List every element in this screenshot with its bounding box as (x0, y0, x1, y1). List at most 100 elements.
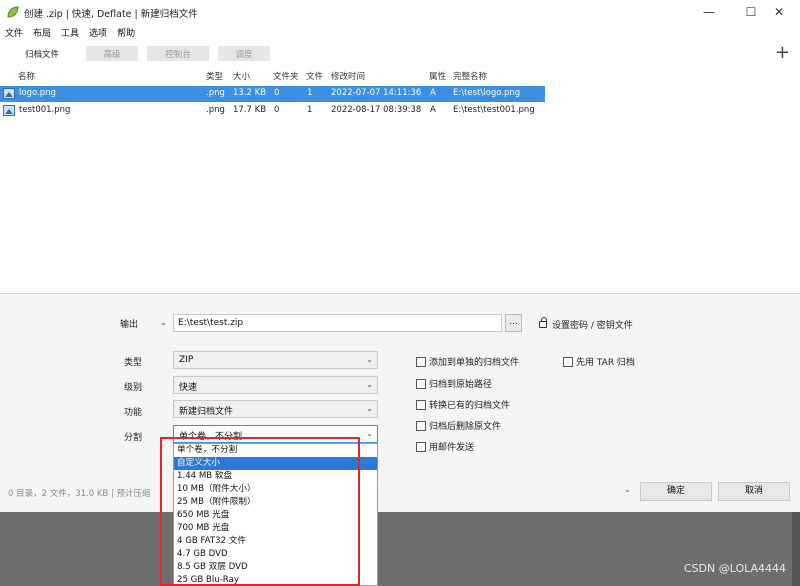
file-files: 1 (307, 105, 313, 115)
chevron-down-icon: ⌄ (366, 404, 373, 413)
plus-icon[interactable]: + (775, 44, 790, 62)
menu-options[interactable]: 选项 (84, 24, 112, 40)
checkbox-box[interactable] (416, 378, 426, 389)
dropdown-option[interactable]: 25 MB（附件限制） (174, 496, 377, 509)
chevron-down-icon[interactable]: ⌄ (160, 318, 167, 327)
file-fullname: E:\test\test001.png (453, 105, 535, 115)
output-label: 输出 (120, 320, 139, 330)
split-label: 分割 (124, 433, 143, 443)
split-select-value: 单个卷，不分割 (179, 432, 243, 442)
file-folders: 0 (274, 105, 280, 115)
lock-icon[interactable] (539, 317, 547, 328)
scrollbar[interactable] (792, 512, 800, 586)
menu-file[interactable]: 文件 (0, 24, 28, 40)
chevron-down-icon[interactable]: ⌄ (624, 485, 631, 494)
dropdown-option[interactable]: 自定义大小 (174, 457, 377, 470)
close-button[interactable]: ✕ (758, 0, 800, 24)
checkbox-box[interactable] (416, 420, 426, 431)
checkbox-add-separate[interactable]: 添加到单独的归档文件 (416, 355, 519, 368)
file-modified: 2022-07-07 14:11:36 (331, 88, 422, 98)
function-select-value: 新建归档文件 (179, 407, 234, 417)
minimize-button[interactable]: — (688, 0, 730, 24)
checkbox-box[interactable] (416, 356, 426, 367)
dropdown-option[interactable]: 8.5 GB 双层 DVD (174, 561, 377, 574)
function-label: 功能 (124, 408, 143, 418)
dropdown-option[interactable]: 25 GB Blu-Ray (174, 574, 377, 585)
file-size: 13.2 KB (233, 88, 267, 98)
type-label: 类型 (124, 358, 143, 368)
dropdown-option[interactable]: 10 MB（附件大小） (174, 483, 377, 496)
file-type: .png (206, 105, 225, 115)
checkbox-label: 先用 TAR 归档 (576, 358, 635, 368)
dropdown-option[interactable]: 1.44 MB 软盘 (174, 470, 377, 483)
type-select[interactable]: ZIP ⌄ (173, 351, 378, 369)
set-password-link[interactable]: 设置密码 / 密钥文件 (552, 318, 633, 331)
window-title: 创建 .zip | 快速, Deflate | 新建归档文件 (24, 9, 198, 20)
file-modified: 2022-08-17 08:39:38 (331, 105, 422, 115)
checkbox-tar-first[interactable]: 先用 TAR 归档 (563, 355, 635, 368)
level-select-value: 快速 (179, 383, 198, 393)
file-name: test001.png (19, 105, 71, 115)
col-files[interactable]: 文件 (306, 70, 323, 82)
image-file-icon (3, 88, 15, 99)
tab-advanced[interactable]: 高级 (86, 46, 138, 61)
col-type[interactable]: 类型 (206, 70, 223, 82)
col-folders[interactable]: 文件夹 (273, 70, 299, 82)
col-fullname[interactable]: 完整名称 (453, 70, 487, 82)
menu-bar: 文件 布局 工具 选项 帮助 (0, 24, 800, 40)
level-select[interactable]: 快速 ⌄ (173, 376, 378, 394)
col-attr[interactable]: 属性 (429, 70, 446, 82)
checkbox-box[interactable] (563, 356, 573, 367)
table-row[interactable]: logo.png .png 13.2 KB 0 1 2022-07-07 14:… (0, 86, 545, 102)
browse-button[interactable]: ... (505, 314, 522, 332)
table-row[interactable]: test001.png .png 17.7 KB 0 1 2022-08-17 … (0, 103, 545, 119)
type-select-value: ZIP (179, 355, 194, 365)
checkbox-label: 归档到原始路径 (429, 380, 493, 390)
tab-archive[interactable]: 归档文件 (18, 46, 66, 61)
menu-help[interactable]: 帮助 (112, 24, 140, 40)
image-file-icon (3, 105, 15, 116)
file-attr: A (430, 88, 436, 98)
checkbox-box[interactable] (416, 399, 426, 410)
menu-tools[interactable]: 工具 (56, 24, 84, 40)
col-name[interactable]: 名称 (18, 70, 35, 82)
ok-button[interactable]: 确定 (640, 482, 712, 501)
file-folders: 0 (274, 88, 280, 98)
file-list-header: 名称 类型 大小 文件夹 文件 修改时间 属性 完整名称 (0, 69, 545, 83)
output-path-field[interactable]: E:\test\test.zip (173, 314, 502, 332)
file-files: 1 (307, 88, 313, 98)
col-modified[interactable]: 修改时间 (331, 70, 365, 82)
file-size: 17.7 KB (233, 105, 267, 115)
dropdown-option[interactable]: 650 MB 光盘 (174, 509, 377, 522)
checkbox-archive-original-path[interactable]: 归档到原始路径 (416, 377, 492, 390)
watermark-text: CSDN @LOLA4444 (683, 562, 786, 575)
function-select[interactable]: 新建归档文件 ⌄ (173, 400, 378, 418)
file-type: .png (206, 88, 225, 98)
checkbox-label: 转换已有的归档文件 (429, 401, 511, 411)
checkbox-delete-after[interactable]: 归档后删除原文件 (416, 419, 501, 432)
col-size[interactable]: 大小 (233, 70, 250, 82)
chevron-down-icon: ⌄ (366, 355, 373, 364)
leaf-app-icon (7, 6, 19, 18)
title-bar: 创建 .zip | 快速, Deflate | 新建归档文件 — ☐ ✕ (0, 0, 800, 24)
tab-console[interactable]: 控制台 (147, 46, 209, 61)
dropdown-option[interactable]: 4.7 GB DVD (174, 548, 377, 561)
file-fullname: E:\test\logo.png (453, 88, 521, 98)
split-select[interactable]: 单个卷，不分割 ⌄ (173, 425, 378, 443)
checkbox-convert-existing[interactable]: 转换已有的归档文件 (416, 398, 510, 411)
tab-schedule[interactable]: 调度 (218, 46, 270, 61)
checkbox-label: 用邮件发送 (429, 443, 475, 453)
cancel-button[interactable]: 取消 (718, 482, 790, 501)
level-label: 级别 (124, 383, 143, 393)
dropdown-option[interactable]: 单个卷，不分割 (174, 444, 377, 457)
checkbox-box[interactable] (416, 441, 426, 452)
menu-layout[interactable]: 布局 (28, 24, 56, 40)
dropdown-option[interactable]: 700 MB 光盘 (174, 522, 377, 535)
file-attr: A (430, 105, 436, 115)
chevron-down-icon: ⌄ (366, 380, 373, 389)
checkbox-send-email[interactable]: 用邮件发送 (416, 440, 474, 453)
app-window: 创建 .zip | 快速, Deflate | 新建归档文件 — ☐ ✕ 文件 … (0, 0, 800, 512)
tab-bar: 归档文件 高级 控制台 调度 + (0, 44, 800, 64)
dropdown-option[interactable]: 4 GB FAT32 文件 (174, 535, 377, 548)
checkbox-label: 添加到单独的归档文件 (429, 358, 520, 368)
